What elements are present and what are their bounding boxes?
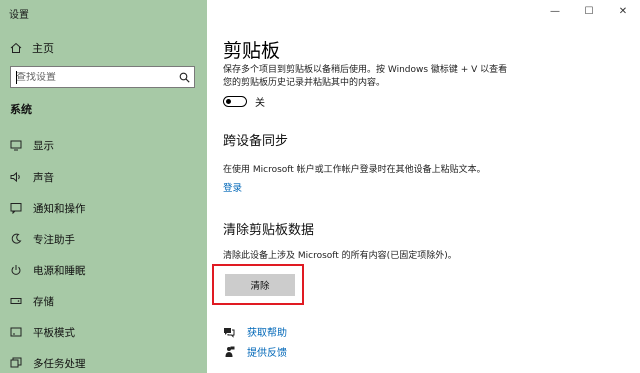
focus-assist-icon bbox=[10, 233, 22, 245]
get-help-link[interactable]: 获取帮助 bbox=[223, 324, 287, 339]
sidebar-item-label: 电源和睡眠 bbox=[33, 264, 86, 277]
sidebar-item-power[interactable]: 电源和睡眠 bbox=[10, 261, 200, 279]
home-icon bbox=[10, 42, 22, 53]
description-line: 保存多个项目到剪贴板以备稍后使用。按 Windows 徽标键 + V 以查看 bbox=[223, 65, 508, 75]
clipboard-history-toggle-row: 关 bbox=[223, 94, 265, 109]
sync-description: 在使用 Microsoft 帐户或工作帐户登录时在其他设备上粘贴文本。 bbox=[223, 165, 486, 175]
search-icon[interactable] bbox=[174, 72, 194, 83]
sync-heading: 跨设备同步 bbox=[223, 134, 289, 149]
toggle-state-label: 关 bbox=[255, 98, 265, 109]
feedback-icon bbox=[223, 346, 235, 358]
clear-data-heading: 清除剪贴板数据 bbox=[223, 223, 315, 238]
sign-in-link[interactable]: 登录 bbox=[223, 180, 242, 194]
description-line: 您的剪贴板历史记录并粘贴其中的内容。 bbox=[223, 78, 386, 88]
multitasking-icon bbox=[10, 357, 22, 369]
help-chat-icon bbox=[223, 326, 235, 338]
sidebar: 设置 主页 系统 显示 声音 通知和操作 bbox=[0, 0, 207, 373]
sidebar-item-label: 存储 bbox=[33, 295, 54, 308]
display-icon bbox=[10, 139, 22, 151]
search-box[interactable] bbox=[10, 66, 195, 88]
sidebar-item-storage[interactable]: 存储 bbox=[10, 292, 200, 310]
main-content: — ☐ ✕ 剪贴板 保存多个项目到剪贴板以备稍后使用。按 Windows 徽标键… bbox=[207, 0, 640, 373]
sidebar-item-multitasking[interactable]: 多任务处理 bbox=[10, 354, 200, 372]
highlight-box bbox=[212, 264, 304, 305]
get-help-label: 获取帮助 bbox=[247, 328, 287, 339]
clipboard-history-description: 保存多个项目到剪贴板以备稍后使用。按 Windows 徽标键 + V 以查看 您… bbox=[223, 64, 543, 90]
sidebar-item-label: 专注助手 bbox=[33, 233, 75, 246]
sidebar-item-sound[interactable]: 声音 bbox=[10, 168, 200, 186]
sidebar-item-label: 平板模式 bbox=[33, 326, 75, 339]
sidebar-item-label: 通知和操作 bbox=[33, 202, 86, 215]
maximize-button[interactable]: ☐ bbox=[572, 0, 606, 22]
give-feedback-label: 提供反馈 bbox=[247, 348, 287, 359]
sidebar-item-home[interactable]: 主页 bbox=[10, 40, 54, 56]
sidebar-item-tablet-mode[interactable]: 平板模式 bbox=[10, 323, 200, 341]
sidebar-item-focus-assist[interactable]: 专注助手 bbox=[10, 230, 200, 248]
notifications-icon bbox=[10, 202, 22, 214]
storage-icon bbox=[10, 295, 22, 307]
minimize-button[interactable]: — bbox=[538, 0, 572, 22]
sidebar-item-label: 显示 bbox=[33, 139, 54, 152]
window-controls: — ☐ ✕ bbox=[538, 0, 640, 22]
tablet-mode-icon bbox=[10, 326, 22, 338]
sidebar-item-label: 声音 bbox=[33, 171, 54, 184]
clear-data-description: 清除此设备上涉及 Microsoft 的所有内容(已固定项除外)。 bbox=[223, 251, 457, 261]
page-title: 剪贴板 bbox=[223, 40, 281, 62]
text-cursor bbox=[16, 71, 17, 84]
sidebar-item-label: 多任务处理 bbox=[33, 357, 86, 370]
section-label-system: 系统 bbox=[10, 103, 32, 116]
sidebar-item-label: 主页 bbox=[32, 42, 54, 55]
power-icon bbox=[10, 264, 22, 276]
sound-icon bbox=[10, 171, 22, 183]
sidebar-item-notifications[interactable]: 通知和操作 bbox=[10, 199, 200, 217]
search-input[interactable] bbox=[11, 71, 174, 83]
clipboard-history-toggle[interactable] bbox=[223, 96, 247, 107]
app-title: 设置 bbox=[9, 10, 29, 21]
sidebar-item-display[interactable]: 显示 bbox=[10, 136, 200, 154]
give-feedback-link[interactable]: 提供反馈 bbox=[223, 344, 287, 359]
close-button[interactable]: ✕ bbox=[606, 0, 640, 22]
